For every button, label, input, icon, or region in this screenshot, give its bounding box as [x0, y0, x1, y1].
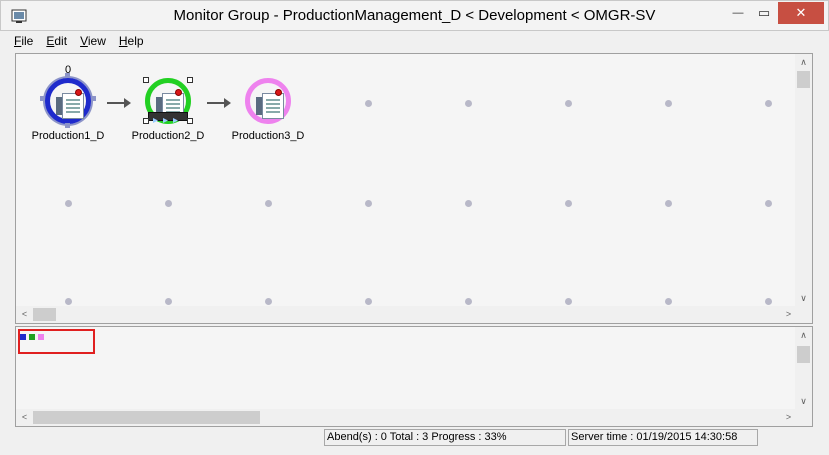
selection-handle[interactable] [91, 96, 96, 101]
grid-dot [765, 298, 772, 305]
close-icon: ✕ [795, 5, 807, 20]
grid-dot [565, 200, 572, 207]
menu-bar: File Edit View Help [0, 31, 829, 51]
mini-node [38, 334, 44, 340]
title-bar[interactable]: Monitor Group - ProductionManagement_D <… [0, 0, 829, 31]
pin-icon [175, 89, 182, 96]
running-indicator [148, 112, 188, 123]
scroll-down-icon[interactable]: ∨ [795, 393, 812, 410]
grid-dot [765, 200, 772, 207]
flow-arrow [207, 98, 231, 108]
scroll-thumb[interactable] [33, 308, 56, 321]
window-title: Monitor Group - ProductionManagement_D <… [173, 7, 656, 24]
overview-viewport[interactable] [18, 329, 95, 354]
grid-dot [765, 100, 772, 107]
job-node-production2[interactable]: Production2_D [124, 54, 212, 146]
selection-handle[interactable] [187, 77, 193, 83]
status-bar: Abend(s) : 0 Total : 3 Progress : 33% Se… [0, 429, 829, 455]
scroll-thumb[interactable] [797, 71, 810, 88]
overview-horizontal-scrollbar[interactable]: < > [16, 409, 797, 426]
flow-arrow [107, 98, 131, 108]
grid-dot [65, 298, 72, 305]
grid-dot [165, 200, 172, 207]
minimize-button[interactable]: — [725, 2, 751, 24]
close-button[interactable]: ✕ [778, 2, 824, 24]
grid-dot [265, 298, 272, 305]
scroll-up-icon[interactable]: ∧ [795, 54, 812, 71]
overview-panel[interactable]: ∧ ∨ < > [15, 326, 813, 427]
job-flow-canvas[interactable]: 0 Production1_D Production2_D Production… [15, 53, 813, 324]
job-document-icon [262, 93, 284, 119]
maximize-icon: ▭ [757, 5, 771, 20]
grid-dot [665, 200, 672, 207]
selection-handle[interactable] [143, 77, 149, 83]
job-label: Production3_D [231, 130, 305, 142]
mini-node [29, 334, 35, 340]
grid-dot [365, 200, 372, 207]
status-server-time: Server time : 01/19/2015 14:30:58 [568, 429, 758, 446]
scroll-thumb[interactable] [797, 346, 810, 363]
grid-dot [565, 298, 572, 305]
grid-dot [465, 100, 472, 107]
grid-dot [365, 298, 372, 305]
selection-handle[interactable] [187, 118, 193, 124]
job-label: Production2_D [131, 130, 205, 142]
job-document-icon [62, 93, 84, 119]
grid-dot [65, 200, 72, 207]
canvas-vertical-scrollbar[interactable]: ∧ ∨ [795, 54, 812, 307]
job-label: Production1_D [31, 130, 105, 142]
scroll-left-icon[interactable]: < [16, 409, 33, 426]
scroll-left-icon[interactable]: < [16, 306, 33, 323]
grid-dot [565, 100, 572, 107]
scroll-corner [795, 409, 812, 426]
grid-dot [465, 298, 472, 305]
menu-file[interactable]: File [14, 34, 33, 48]
grid-dot [165, 298, 172, 305]
selection-handle[interactable] [65, 73, 70, 78]
pin-icon [75, 89, 82, 96]
canvas-horizontal-scrollbar[interactable]: < > [16, 306, 797, 323]
job-node-production1[interactable]: 0 Production1_D [24, 54, 112, 146]
scroll-down-icon[interactable]: ∨ [795, 290, 812, 307]
job-node-production3[interactable]: Production3_D [224, 54, 312, 146]
scroll-corner [795, 306, 812, 323]
selection-handle[interactable] [143, 118, 149, 124]
menu-view[interactable]: View [80, 34, 106, 48]
overview-vertical-scrollbar[interactable]: ∧ ∨ [795, 327, 812, 410]
scroll-up-icon[interactable]: ∧ [795, 327, 812, 344]
selection-ring [45, 78, 91, 124]
selection-handle[interactable] [65, 123, 70, 128]
grid-dot [665, 298, 672, 305]
pin-icon [275, 89, 282, 96]
menu-edit[interactable]: Edit [46, 34, 67, 48]
minimize-icon: — [732, 7, 744, 19]
grid-dot [265, 200, 272, 207]
status-progress: Abend(s) : 0 Total : 3 Progress : 33% [324, 429, 566, 446]
maximize-button[interactable]: ▭ [751, 2, 777, 24]
grid-dot [465, 200, 472, 207]
grid-dot [665, 100, 672, 107]
selection-handle[interactable] [40, 96, 45, 101]
status-ring [245, 78, 291, 124]
menu-help[interactable]: Help [119, 34, 144, 48]
scroll-thumb[interactable] [33, 411, 260, 424]
grid-dot [365, 100, 372, 107]
mini-node [20, 334, 26, 340]
